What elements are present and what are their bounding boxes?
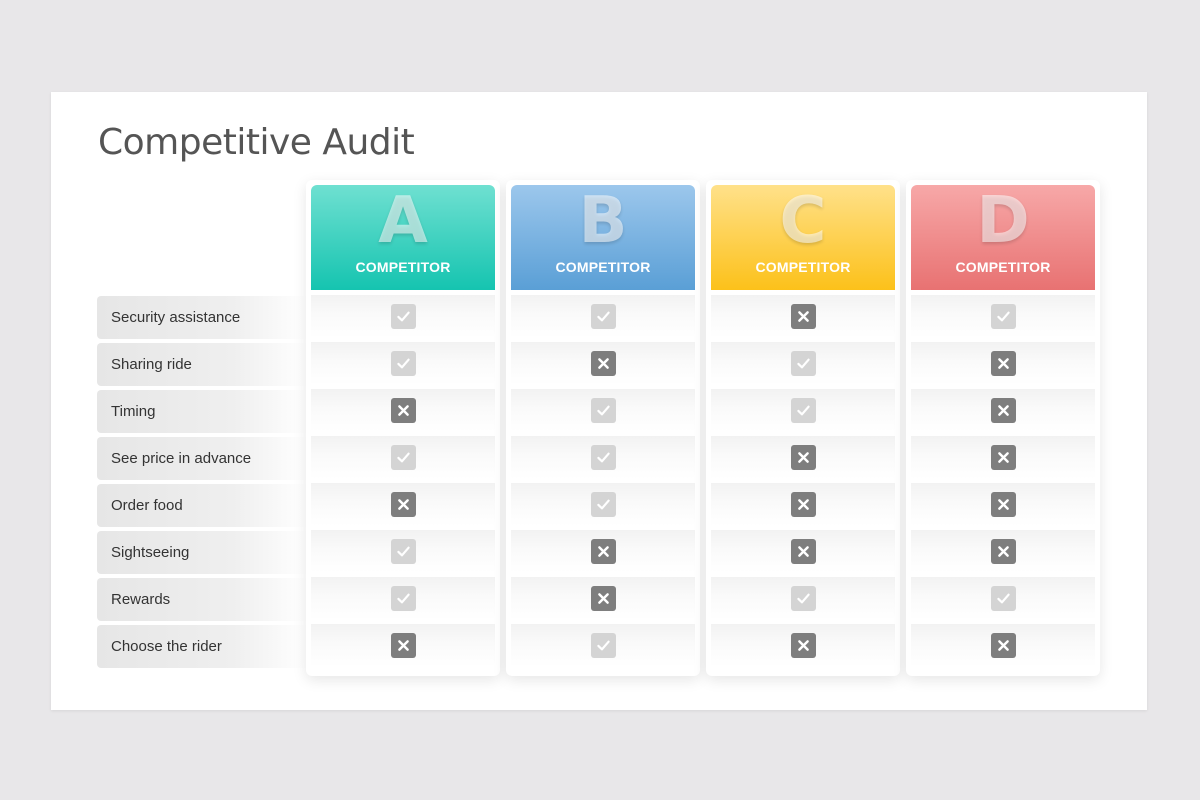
competitor-label: COMPETITOR <box>755 259 851 275</box>
cross-icon <box>990 492 1016 517</box>
table-cell <box>911 577 1095 620</box>
cross-icon <box>790 539 816 564</box>
table-cell <box>311 577 495 620</box>
table-cell <box>911 624 1095 667</box>
table-cell <box>711 530 895 573</box>
table-cell <box>311 624 495 667</box>
feature-label: Sightseeing <box>97 531 307 574</box>
feature-label: Security assistance <box>97 296 307 339</box>
checkmark-icon <box>590 445 616 470</box>
competitor-letter: D <box>976 184 1030 258</box>
cross-icon <box>790 633 816 658</box>
cross-icon <box>590 539 616 564</box>
competitor-letter: C <box>779 184 827 258</box>
table-cell <box>711 436 895 479</box>
feature-label: Timing <box>97 390 307 433</box>
table-cell <box>911 342 1095 385</box>
feature-label: Rewards <box>97 578 307 621</box>
table-cell <box>911 436 1095 479</box>
table-cell <box>711 483 895 526</box>
table-cell <box>311 483 495 526</box>
table-cell <box>911 389 1095 432</box>
checkmark-icon <box>990 586 1016 611</box>
checkmark-icon <box>790 351 816 376</box>
checkmark-icon <box>990 304 1016 329</box>
competitor-column-a: A COMPETITOR <box>306 180 500 676</box>
competitor-column-c: C COMPETITOR <box>706 180 900 676</box>
competitor-header: D COMPETITOR <box>911 185 1095 290</box>
feature-label: See price in advance <box>97 437 307 480</box>
checkmark-icon <box>390 586 416 611</box>
cross-icon <box>790 492 816 517</box>
feature-label: Sharing ride <box>97 343 307 386</box>
table-cell <box>711 624 895 667</box>
table-cell <box>911 295 1095 338</box>
competitor-header: C COMPETITOR <box>711 185 895 290</box>
table-cell <box>311 530 495 573</box>
cross-icon <box>390 398 416 423</box>
table-cell <box>511 624 695 667</box>
checkmark-icon <box>390 351 416 376</box>
cross-icon <box>790 445 816 470</box>
checkmark-icon <box>590 304 616 329</box>
slide: Competitive Audit Security assistance Sha… <box>51 92 1147 710</box>
table-cell <box>311 295 495 338</box>
table-cell <box>511 483 695 526</box>
feature-label: Order food <box>97 484 307 527</box>
competitor-label: COMPETITOR <box>555 259 651 275</box>
table-cell <box>511 295 695 338</box>
checkmark-icon <box>790 586 816 611</box>
table-cell <box>311 436 495 479</box>
competitor-letter: A <box>378 184 428 258</box>
page-title: Competitive Audit <box>98 122 415 163</box>
table-cell <box>511 530 695 573</box>
table-cell <box>711 389 895 432</box>
cross-icon <box>990 351 1016 376</box>
cross-icon <box>990 633 1016 658</box>
checkmark-icon <box>590 633 616 658</box>
table-cell <box>711 342 895 385</box>
competitor-label: COMPETITOR <box>955 259 1051 275</box>
cross-icon <box>390 492 416 517</box>
checkmark-icon <box>590 492 616 517</box>
cross-icon <box>590 586 616 611</box>
table-cell <box>511 389 695 432</box>
table-cell <box>511 577 695 620</box>
cross-icon <box>790 304 816 329</box>
table-cell <box>911 530 1095 573</box>
competitor-header: A COMPETITOR <box>311 185 495 290</box>
table-cell <box>711 577 895 620</box>
checkmark-icon <box>390 304 416 329</box>
table-cell <box>311 342 495 385</box>
competitor-label: COMPETITOR <box>355 259 451 275</box>
checkmark-icon <box>390 445 416 470</box>
checkmark-icon <box>790 398 816 423</box>
table-cell <box>711 295 895 338</box>
table-cell <box>911 483 1095 526</box>
cross-icon <box>990 539 1016 564</box>
table-cell <box>311 389 495 432</box>
competitor-column-b: B COMPETITOR <box>506 180 700 676</box>
competitor-letter: B <box>578 184 628 258</box>
feature-label: Choose the rider <box>97 625 307 668</box>
cross-icon <box>590 351 616 376</box>
competitor-column-d: D COMPETITOR <box>906 180 1100 676</box>
checkmark-icon <box>390 539 416 564</box>
cross-icon <box>390 633 416 658</box>
cross-icon <box>990 398 1016 423</box>
table-cell <box>511 436 695 479</box>
checkmark-icon <box>590 398 616 423</box>
table-cell <box>511 342 695 385</box>
competitor-header: B COMPETITOR <box>511 185 695 290</box>
cross-icon <box>990 445 1016 470</box>
